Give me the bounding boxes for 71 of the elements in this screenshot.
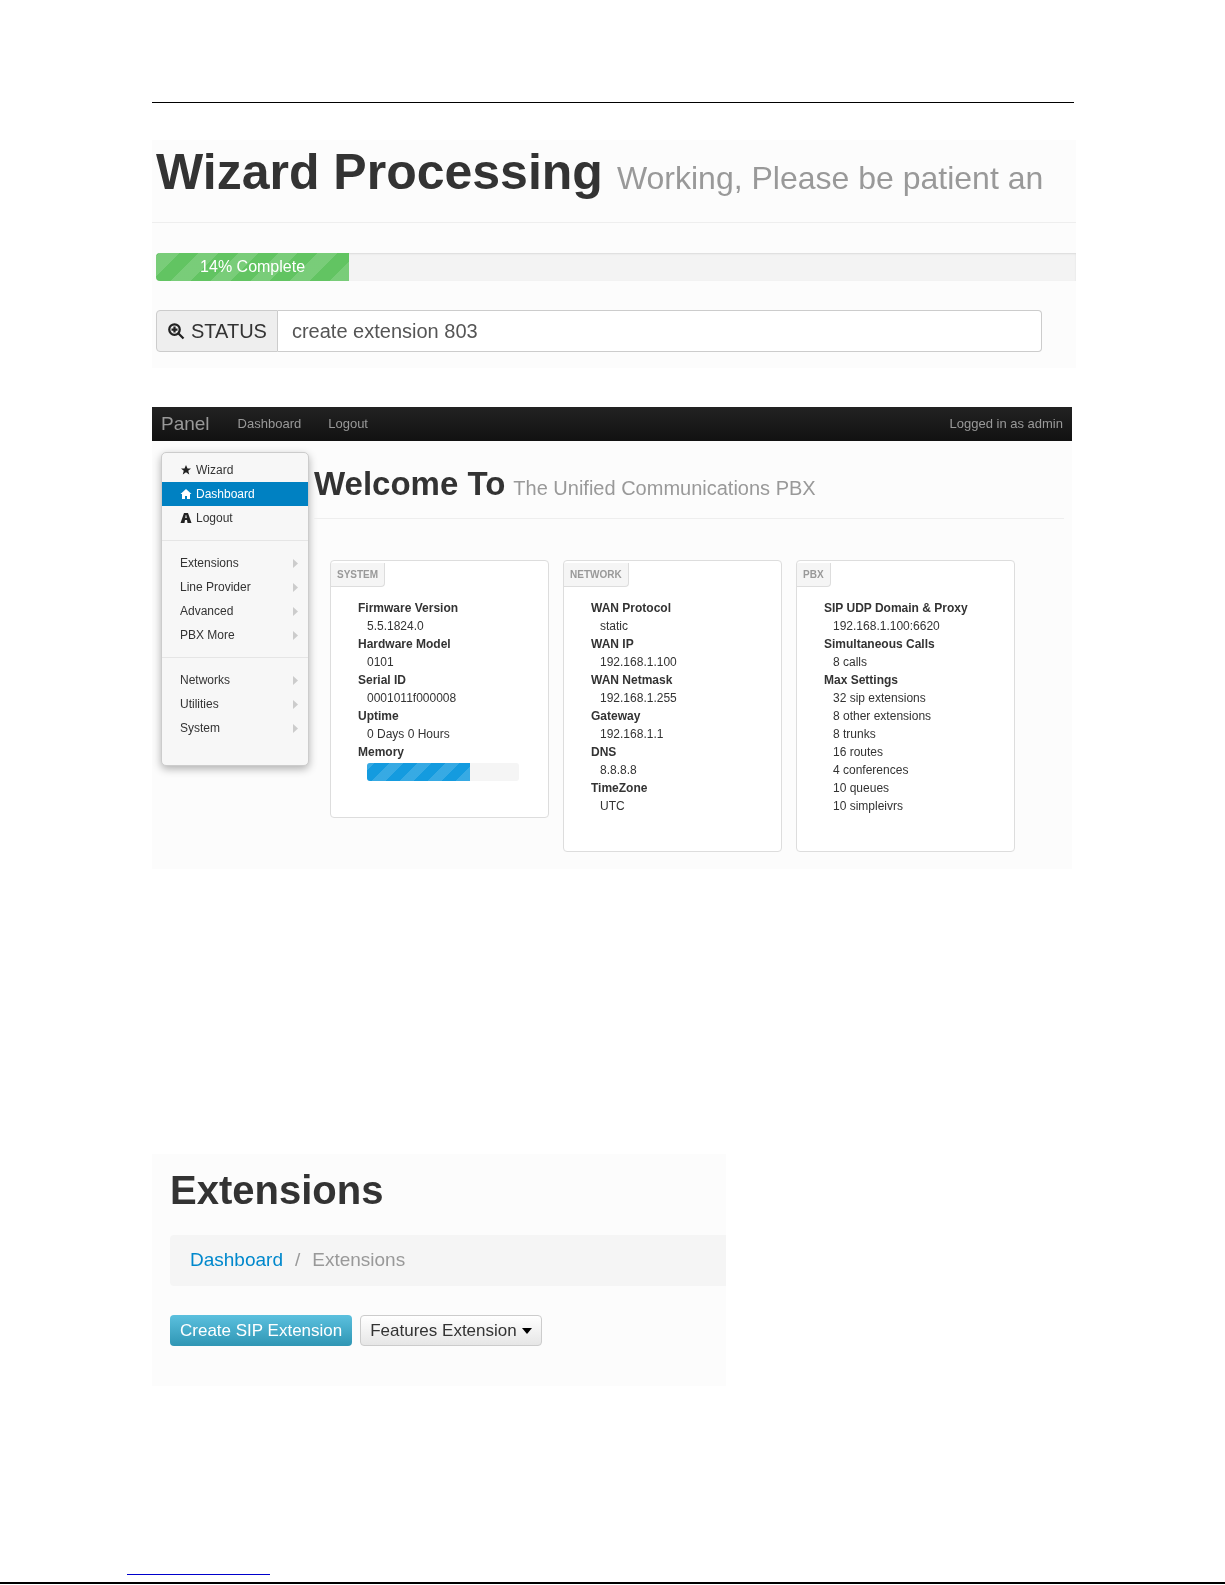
breadcrumb-current: Extensions: [312, 1248, 406, 1273]
field-value: 32 sip extensions: [832, 690, 927, 707]
dropdown-button[interactable]: Features Extension: [360, 1315, 542, 1346]
home-icon: [180, 488, 192, 500]
breadcrumb-separator: /: [294, 1248, 301, 1273]
menu-item[interactable]: Logout: [162, 506, 308, 530]
field-value: 192.168.1.100:6620: [832, 618, 941, 635]
field-value: 0 Days 0 Hours: [366, 726, 451, 743]
menu-item[interactable]: Networks: [162, 668, 308, 692]
field-value: 8 trunks: [832, 726, 877, 743]
welcome-heading: Welcome To: [314, 464, 506, 504]
field-value: 192.168.1.255: [599, 690, 678, 707]
field-value: UTC: [599, 798, 626, 815]
breadcrumb-link[interactable]: Dashboard: [190, 1246, 283, 1275]
field-label: TimeZone: [591, 780, 649, 797]
nav-link[interactable]: Logout: [328, 414, 368, 434]
caret-icon: [293, 675, 298, 685]
field-value: 10 queues: [832, 780, 891, 797]
menu-item[interactable]: PBX More: [162, 623, 308, 647]
field-value: 0101: [366, 654, 395, 671]
road-icon: [180, 512, 192, 524]
field-label: Uptime: [358, 708, 400, 725]
field-label: Serial ID: [358, 672, 408, 689]
caret-icon: [293, 582, 298, 592]
status-field[interactable]: create extension 803: [277, 310, 1042, 352]
field-label: Firmware Version: [358, 600, 460, 617]
caret-icon: [293, 699, 298, 709]
field-label: Gateway: [591, 708, 642, 725]
menu-item[interactable]: Utilities: [162, 692, 308, 716]
field-label: Hardware Model: [358, 636, 452, 653]
nav-link[interactable]: Dashboard: [237, 414, 302, 434]
page-subtitle: Working, Please be patient an: [616, 159, 1044, 198]
star-icon: [180, 464, 192, 476]
field-value: 8.8.8.8: [599, 762, 638, 779]
field-value: 8 other extensions: [832, 708, 933, 725]
field-value: 5.5.1824.0: [366, 618, 425, 635]
field-value: 8 calls: [832, 654, 868, 671]
status-label: STATUS: [191, 319, 267, 344]
menu-item[interactable]: Wizard: [162, 458, 308, 482]
menu-item[interactable]: Line Provider: [162, 575, 308, 599]
page-title: Wizard Processing: [156, 144, 603, 200]
zoom-in-icon: [167, 322, 185, 340]
field-label: Memory: [358, 744, 405, 761]
menu-item[interactable]: Extensions: [162, 551, 308, 575]
user-status: Logged in as admin: [949, 415, 1063, 434]
caret-icon: [293, 630, 298, 640]
field-value: 192.168.1.100: [599, 654, 678, 671]
field-label: Max Settings: [824, 672, 899, 689]
caret-icon: [521, 1327, 532, 1334]
menu-item[interactable]: System: [162, 716, 308, 740]
welcome-subheading: The Unified Communications PBX: [513, 476, 816, 501]
menu-item[interactable]: Dashboard: [162, 482, 308, 506]
field-value: 16 routes: [832, 744, 885, 761]
field-label: WAN Protocol: [591, 600, 672, 617]
field-label: WAN IP: [591, 636, 635, 653]
field-label: SIP UDP Domain & Proxy: [824, 600, 969, 617]
field-value: static: [599, 618, 629, 635]
extensions-heading: Extensions: [170, 1167, 385, 1214]
caret-icon: [293, 606, 298, 616]
field-value: 192.168.1.1: [599, 726, 665, 743]
caret-icon: [293, 723, 298, 733]
field-label: DNS: [591, 744, 618, 761]
field-value: 4 conferences: [832, 762, 910, 779]
brand-link[interactable]: Panel: [161, 409, 210, 439]
progress-label: 14% Complete: [200, 257, 306, 277]
field-label: Simultaneous Calls: [824, 636, 936, 653]
field-value: 10 simpleivrs: [832, 798, 905, 815]
field-value: 0001011f000008: [366, 690, 458, 707]
field-label: WAN Netmask: [591, 672, 674, 689]
menu-item[interactable]: Advanced: [162, 599, 308, 623]
caret-icon: [293, 558, 298, 568]
